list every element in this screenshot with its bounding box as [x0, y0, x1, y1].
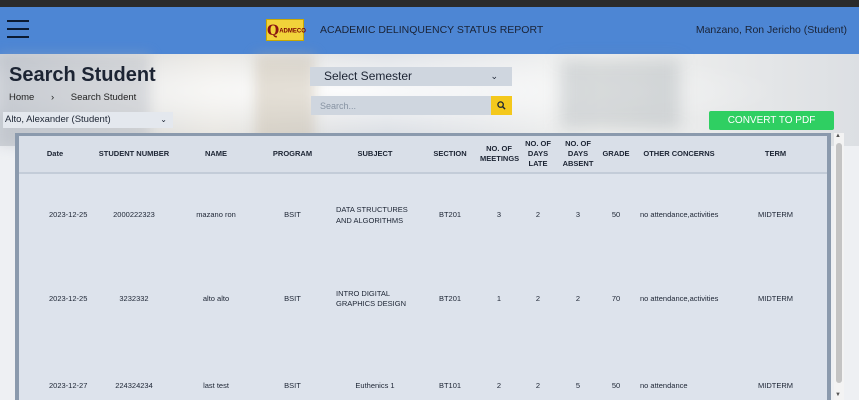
- top-strip: [0, 0, 859, 7]
- app-title: ACADEMIC DELINQUENCY STATUS REPORT: [320, 24, 544, 36]
- scrollbar-thumb[interactable]: [836, 143, 842, 383]
- student-select[interactable]: Alto, Alexander (Student) ⌄: [3, 112, 173, 128]
- col-meetings: NO. OF MEETINGS: [480, 136, 519, 174]
- breadcrumb-current: Search Student: [70, 92, 137, 103]
- col-program: PROGRAM: [255, 136, 330, 174]
- col-section: SECTION: [420, 136, 480, 174]
- table-row: 2023-12-27 224324234 last test BSIT Euth…: [49, 380, 793, 390]
- col-other-concerns: OTHER CONCERNS: [634, 136, 724, 174]
- col-student-number: STUDENT NUMBER: [91, 136, 177, 174]
- table-row: 2023-12-25 3232332 alto alto BSIT INTRO …: [49, 288, 793, 308]
- breadcrumb-separator: ›: [50, 92, 55, 103]
- semester-select[interactable]: Select Semester ⌄: [310, 67, 512, 86]
- col-days-absent: NO. OF DAYS ABSENT: [558, 136, 598, 174]
- search-input[interactable]: [311, 96, 491, 115]
- hamburger-menu-icon[interactable]: [7, 20, 29, 40]
- report-table: Date STUDENT NUMBER NAME PROGRAM SUBJECT…: [19, 136, 827, 400]
- scroll-down-icon[interactable]: ▼: [835, 392, 841, 398]
- col-term: TERM: [724, 136, 827, 174]
- col-name: NAME: [177, 136, 255, 174]
- search-button[interactable]: [491, 96, 512, 115]
- search-icon: [497, 101, 506, 110]
- chevron-down-icon: ⌄: [490, 71, 498, 81]
- breadcrumb-home[interactable]: Home: [9, 92, 34, 103]
- scroll-up-icon[interactable]: ▲: [835, 133, 841, 139]
- col-days-late: NO. OF DAYS LATE: [518, 136, 558, 174]
- page-title: Search Student: [9, 64, 156, 86]
- table-header-row: Date STUDENT NUMBER NAME PROGRAM SUBJECT…: [19, 136, 827, 174]
- user-name[interactable]: Manzano, Ron Jericho (Student): [696, 24, 847, 36]
- chevron-down-icon: ⌄: [160, 115, 167, 124]
- table-scrollbar[interactable]: ▲ ▼: [834, 133, 844, 400]
- col-subject: SUBJECT: [330, 136, 420, 174]
- report-table-container: Date STUDENT NUMBER NAME PROGRAM SUBJECT…: [15, 133, 831, 400]
- admeco-logo: QADMECO: [266, 19, 306, 41]
- navbar: QADMECO ACADEMIC DELINQUENCY STATUS REPO…: [0, 7, 859, 54]
- convert-to-pdf-button[interactable]: CONVERT TO PDF: [709, 111, 834, 130]
- table-row: 2023-12-25 2000222323 mazano ron BSIT DA…: [49, 205, 793, 225]
- col-date: Date: [19, 136, 91, 174]
- breadcrumb: Home › Search Student: [9, 92, 150, 103]
- col-grade: GRADE: [598, 136, 634, 174]
